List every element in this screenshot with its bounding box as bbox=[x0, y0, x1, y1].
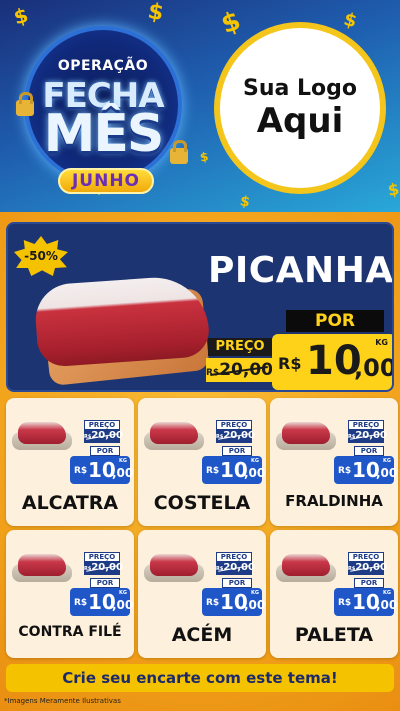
price-currency: R$ bbox=[74, 466, 88, 476]
cta-banner[interactable]: Crie seu encarte com este tema! bbox=[6, 664, 394, 692]
dollar-icon: $ bbox=[386, 179, 400, 200]
product-card[interactable]: PREÇOR$20,00PORR$10,00KGCOSTELA bbox=[138, 398, 266, 526]
price-currency: R$ bbox=[278, 354, 302, 373]
price-unit: KG bbox=[383, 458, 391, 464]
price-decimal: ,00 bbox=[376, 598, 398, 612]
meat-cut bbox=[282, 422, 330, 444]
new-price: R$ 10,00 KG bbox=[202, 588, 266, 616]
logo-line2: Aqui bbox=[256, 100, 344, 141]
price-currency: R$ bbox=[338, 466, 352, 476]
old-price: R$20,00 bbox=[348, 429, 387, 443]
price-unit: KG bbox=[375, 338, 388, 347]
picanha-image bbox=[18, 264, 211, 388]
price-unit: KG bbox=[251, 458, 259, 464]
badge-operacao: OPERAÇÃO bbox=[57, 58, 149, 74]
disclaimer: *Imagens Meramente Ilustrativas bbox=[4, 697, 121, 705]
product-card[interactable]: PREÇOR$20,00PORR$10,00KGFRALDINHA bbox=[270, 398, 398, 526]
price-unit: KG bbox=[383, 590, 391, 596]
price-unit: KG bbox=[251, 590, 259, 596]
price-decimal: ,00 bbox=[244, 466, 266, 480]
meat-cut bbox=[33, 274, 211, 368]
old-price: R$20,00 bbox=[348, 561, 387, 575]
logo-line1: Sua Logo bbox=[242, 75, 357, 101]
product-name: FRALDINHA bbox=[285, 492, 383, 510]
dollar-icon: $ bbox=[198, 149, 210, 165]
padlock-icon bbox=[170, 140, 188, 164]
new-price-label: POR bbox=[222, 446, 252, 456]
price-currency: R$ bbox=[338, 598, 352, 608]
new-price-label: POR bbox=[354, 446, 384, 456]
price-decimal: ,00 bbox=[376, 466, 398, 480]
new-price-label: POR bbox=[286, 310, 384, 332]
dollar-icon: $ bbox=[238, 193, 252, 211]
product-name: PALETA bbox=[294, 624, 374, 646]
new-price-label: POR bbox=[222, 578, 252, 588]
new-price: R$ 10,00 KG bbox=[70, 456, 134, 484]
old-price: R$20,00 bbox=[216, 429, 255, 443]
badge-month: JUNHO bbox=[58, 168, 154, 194]
price-unit: KG bbox=[119, 590, 127, 596]
old-price: R$20,00 bbox=[84, 429, 123, 443]
old-price: R$20,00 bbox=[206, 358, 273, 382]
price-currency: R$ bbox=[206, 598, 220, 608]
price-unit: KG bbox=[119, 458, 127, 464]
campaign-badge: OPERAÇÃO FECHA MÊS JUNHO bbox=[16, 20, 198, 200]
price-decimal: ,00 bbox=[112, 466, 134, 480]
product-name: ACÉM bbox=[171, 624, 233, 646]
meat-cut bbox=[18, 554, 66, 576]
badge-mes: MÊS bbox=[43, 104, 165, 164]
price-currency: R$ bbox=[74, 598, 88, 608]
product-image bbox=[12, 552, 72, 582]
product-card[interactable]: PREÇOR$20,00PORR$10,00KGCONTRA FILÉ bbox=[6, 530, 134, 658]
dollar-icon: $ bbox=[217, 5, 245, 41]
meat-cut bbox=[150, 554, 198, 576]
header-banner: $ $ $ $ $ $ $ $ OPERAÇÃO FECHA MÊS JUNHO… bbox=[0, 0, 400, 212]
product-image bbox=[144, 420, 204, 450]
product-card[interactable]: PREÇOR$20,00PORR$10,00KGACÉM bbox=[138, 530, 266, 658]
dollar-icon: $ bbox=[341, 8, 360, 33]
product-name: ALCATRA bbox=[21, 492, 119, 514]
product-image bbox=[276, 420, 336, 450]
padlock-icon bbox=[16, 92, 34, 116]
old-price-label: PREÇO bbox=[208, 338, 272, 356]
price-decimal: ,00 bbox=[354, 354, 394, 382]
new-price-label: POR bbox=[354, 578, 384, 588]
product-card[interactable]: PREÇOR$20,00PORR$10,00KGPALETA bbox=[270, 530, 398, 658]
product-image bbox=[144, 552, 204, 582]
price-decimal: ,00 bbox=[244, 598, 266, 612]
logo-placeholder[interactable]: Sua Logo Aqui bbox=[214, 22, 386, 194]
old-price: R$20,00 bbox=[216, 561, 255, 575]
new-price: R$ 10,00 KG bbox=[70, 588, 134, 616]
product-card[interactable]: PREÇOR$20,00PORR$10,00KGALCATRA bbox=[6, 398, 134, 526]
price-decimal: ,00 bbox=[112, 598, 134, 612]
new-price: R$ 10,00 KG bbox=[202, 456, 266, 484]
meat-cut bbox=[150, 422, 198, 444]
old-price: R$20,00 bbox=[84, 561, 123, 575]
new-price-label: POR bbox=[90, 446, 120, 456]
product-name: CONTRA FILÉ bbox=[18, 624, 122, 640]
featured-product-name: PICANHA bbox=[208, 250, 394, 291]
meat-cut bbox=[282, 554, 330, 576]
product-name: COSTELA bbox=[153, 492, 251, 514]
new-price-label: POR bbox=[90, 578, 120, 588]
product-image bbox=[276, 552, 336, 582]
new-price: R$ 10 ,00 KG bbox=[272, 334, 394, 390]
new-price: R$ 10,00 KG bbox=[334, 588, 398, 616]
featured-product-card[interactable]: -50% PICANHA POR PREÇO R$20,00 R$ 10 ,00… bbox=[6, 222, 394, 392]
product-image bbox=[12, 420, 72, 450]
meat-cut bbox=[18, 422, 66, 444]
price-currency: R$ bbox=[206, 466, 220, 476]
new-price: R$ 10,00 KG bbox=[334, 456, 398, 484]
